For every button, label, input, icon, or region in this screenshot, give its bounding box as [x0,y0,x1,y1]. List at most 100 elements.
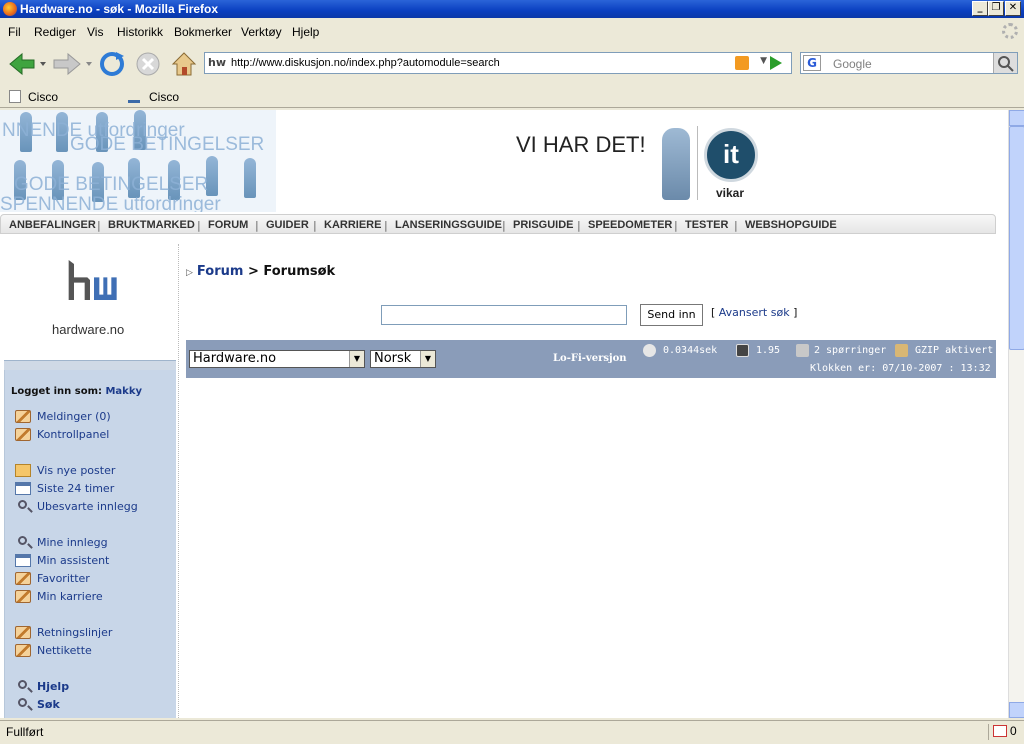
nav-guider[interactable]: GUIDER [266,219,309,231]
menu-tools[interactable]: Verktøy [241,25,282,39]
sidebar-item-label[interactable]: Meldinger (0) [37,410,111,423]
stop-button[interactable] [134,50,162,78]
breadcrumb-forum-link[interactable]: Forum [197,264,244,279]
magnifier-icon [18,680,27,689]
nav-tester[interactable]: TESTER [685,219,728,231]
pencil-icon [15,590,31,603]
sidebar-item-label[interactable]: Søk [37,698,60,711]
sidebar-item-label[interactable]: Hjelp [37,680,69,693]
bookmark-cisco-2[interactable]: Cisco [149,90,179,104]
advanced-search: [ Avansert søk ] [711,306,797,319]
go-button[interactable] [770,56,782,70]
skin-select[interactable]: Hardware.no ▼ [189,350,365,368]
search-engine-icon[interactable]: G [803,55,821,71]
window-titlebar: Hardware.no - søk - Mozilla Firefox _ ❐ … [0,0,1024,18]
pencil-icon [15,644,31,657]
home-button[interactable] [170,50,198,78]
sidebar-item-label[interactable]: Mine innlegg [37,536,108,549]
hardware-logo-icon[interactable] [54,260,134,304]
calendar-icon [15,554,31,567]
back-button[interactable] [6,50,46,78]
forum-search-input[interactable] [381,305,627,325]
menu-help[interactable]: Hjelp [292,25,319,39]
scroll-down-button[interactable] [1009,702,1024,718]
menu-bookmarks[interactable]: Bokmerker [174,25,232,39]
menu-history[interactable]: Historikk [117,25,163,39]
sidebar-item-label[interactable]: Nettikette [37,644,92,657]
vertical-scrollbar[interactable] [1008,110,1024,718]
nav-bruktmarked[interactable]: BRUKTMARKED [108,219,195,231]
sidebar-band [4,360,176,370]
minimize-button[interactable]: _ [972,1,988,16]
bookmarks-toolbar: Cisco Cisco [0,86,1024,108]
url-dropdown-icon[interactable]: ▼ [760,56,767,66]
query-count: 2 spørringer [814,345,887,356]
url-bar[interactable]: hw http://www.diskusjon.no/index.php?aut… [204,52,792,74]
sidebar-item-label[interactable]: Kontrollpanel [37,428,109,441]
nav-speedometer[interactable]: SPEEDOMETER [588,219,672,231]
nav-forum[interactable]: FORUM [208,219,248,231]
breadcrumb-arrow-icon: ▷ [186,268,193,278]
sidebar: Logget inn som: Makky Meldinger (0) Kont… [4,370,176,718]
nav-prisguide[interactable]: PRISGUIDE [513,219,574,231]
menu-file[interactable]: Fil [8,25,21,39]
scroll-thumb[interactable] [1009,126,1024,350]
scroll-up-button[interactable] [1009,110,1024,126]
sidebar-item-label[interactable]: Retningslinjer [37,626,112,639]
language-select[interactable]: Norsk ▼ [370,350,436,368]
column-divider [178,244,179,718]
calendar-icon [15,482,31,495]
restore-button[interactable]: ❐ [988,1,1004,16]
menu-view[interactable]: Vis [87,25,103,39]
nav-lanseringsguide[interactable]: LANSERINGSGUIDE [395,219,502,231]
nav-separator: | [502,219,506,232]
magnifier-icon [18,698,27,707]
nav-separator: | [674,219,678,232]
forward-button[interactable] [50,50,94,78]
sidebar-item-label[interactable]: Min assistent [37,554,109,567]
logged-in-text: Logget inn som: Makky [11,386,142,397]
banner-text: GODE BETINGELSER [70,134,265,155]
lofi-link[interactable]: Lo-Fi-versjon [553,353,627,364]
exec-time: 0.0344sek [663,345,718,356]
sidebar-item-label[interactable]: Favoritter [37,572,90,585]
banner-text: SPENNENDE utfordringer [0,194,221,212]
site-logo-area[interactable]: hardware.no [4,244,176,360]
nav-separator: | [97,219,101,232]
rss-feed-icon[interactable] [735,56,749,70]
advanced-search-link[interactable]: Avansert søk [719,306,790,319]
menu-edit[interactable]: Rediger [34,25,76,39]
sidebar-item-label[interactable]: Vis nye poster [37,464,115,477]
nav-anbefalinger[interactable]: ANBEFALINGER [9,219,96,231]
banner-ad-left[interactable]: NNENDE utfordringer GODE BETINGELSER GOD… [0,110,276,212]
username-link[interactable]: Makky [105,386,142,397]
search-placeholder[interactable]: Google [833,57,872,71]
nav-webshopguide[interactable]: WEBSHOPGUIDE [745,219,837,231]
language-select-value: Norsk [374,351,412,366]
database-icon [796,344,809,357]
nav-separator: | [255,219,259,232]
server-load: 1.95 [756,345,781,356]
bracket-close: ] [793,306,798,319]
it-vikar-logo[interactable]: it [704,128,758,182]
sidebar-item-label[interactable]: Ubesvarte innlegg [37,500,138,513]
mail-notifier[interactable]: 0 [988,724,1020,740]
nav-separator: | [734,219,738,232]
search-box[interactable]: G Google [800,52,1018,74]
logged-in-label: Logget inn som: [11,386,102,397]
server-clock: Klokken er: 07/10-2007 : 13:32 [810,363,991,374]
close-button[interactable]: ✕ [1005,1,1021,16]
sidebar-item-label[interactable]: Min karriere [37,590,103,603]
banner-slogan[interactable]: VI HAR DET! [516,132,646,158]
nav-karriere[interactable]: KARRIERE [324,219,381,231]
sidebar-item-label[interactable]: Siste 24 timer [37,482,114,495]
send-button[interactable]: Send inn [640,304,703,326]
bookmark-cisco-1[interactable]: Cisco [28,90,58,104]
reload-button[interactable] [98,50,126,78]
pencil-icon [15,572,31,585]
url-text[interactable]: http://www.diskusjon.no/index.php?automo… [231,57,500,69]
search-go-icon[interactable] [993,53,1017,73]
magnifier-icon [18,500,27,509]
gzip-status: GZIP aktivert [915,345,994,356]
nav-separator: | [197,219,201,232]
